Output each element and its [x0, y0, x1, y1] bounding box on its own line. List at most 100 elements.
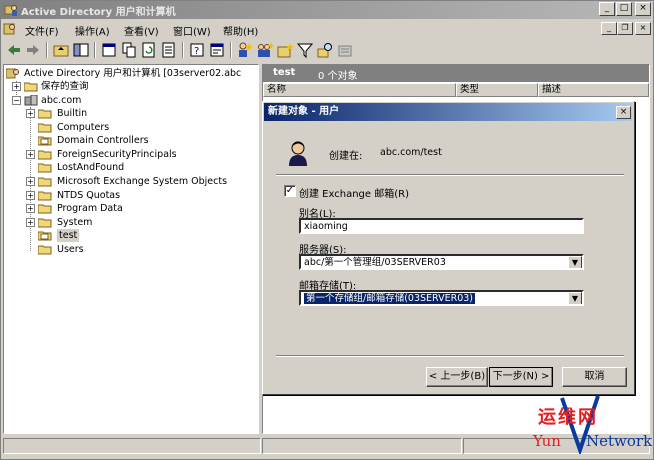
properties-window-icon[interactable] [100, 41, 118, 59]
mmc-doc-icon [3, 23, 15, 35]
help-icon[interactable]: ? [188, 41, 206, 59]
create-in-label: 创建在: [329, 151, 363, 162]
store-value: 第一个存储组/邮箱存储(03SERVER03) [304, 293, 476, 304]
folder-icon [24, 82, 38, 92]
tree-item-label: Microsoft Exchange System Objects [57, 176, 228, 187]
folder-icon [38, 245, 52, 255]
create-mailbox-label: 创建 Exchange 邮箱(R) [299, 189, 409, 200]
expand-program-data[interactable]: + [26, 204, 35, 213]
add-to-group-icon[interactable] [336, 41, 354, 59]
refresh-icon[interactable] [140, 41, 158, 59]
new-ou-icon[interactable] [276, 41, 294, 59]
folder-icon [38, 204, 52, 214]
folder-icon [38, 150, 52, 160]
close-button[interactable]: × [635, 2, 651, 16]
minimize-button[interactable]: _ [599, 2, 615, 16]
forward-arrow-icon[interactable] [24, 41, 42, 59]
title-bar: Active Directory 用户和计算机 [1, 1, 651, 19]
back-arrow-icon[interactable] [5, 41, 23, 59]
tree-item-label: test [57, 229, 80, 242]
up-folder-icon[interactable] [52, 41, 70, 59]
show-tree-icon[interactable] [72, 41, 90, 59]
tree-root-label: Active Directory 用户和计算机 [03server02.abc [24, 68, 242, 79]
tree-item-label: Builtin [57, 108, 88, 119]
mdi-minimize-button[interactable]: _ [601, 22, 617, 35]
separator [276, 355, 624, 357]
expand-exchange-objects[interactable]: + [26, 177, 35, 186]
find-icon[interactable] [316, 41, 334, 59]
expand-saved-queries[interactable]: + [12, 82, 21, 91]
menu-view[interactable]: 查看(V) [124, 23, 159, 38]
toolbar-separator [94, 42, 96, 58]
tree-item-label: abc.com [41, 95, 82, 106]
menu-action[interactable]: 操作(A) [75, 23, 110, 38]
watermark-cn: 运维网 [538, 407, 598, 428]
tree-item-label: System [57, 217, 93, 228]
maximize-button[interactable]: □ [616, 2, 632, 16]
copy-icon[interactable] [120, 41, 138, 59]
tree-item-label: ForeignSecurityPrincipals [57, 149, 177, 160]
tree-item-label: Program Data [57, 203, 123, 214]
column-header-description[interactable]: 描述 [538, 83, 649, 97]
results-count: 0 个对象 [318, 71, 358, 82]
folder-icon [38, 177, 52, 187]
next-button[interactable]: 下一步(N) > [489, 367, 553, 387]
watermark-en-right: Network [586, 432, 653, 450]
create-in-value: abc.com/test [380, 147, 442, 158]
ad-users-icon [4, 5, 17, 16]
back-button[interactable]: < 上一步(B) [426, 367, 488, 387]
tree-item-label: Domain Controllers [57, 135, 149, 146]
chevron-down-icon[interactable]: ▼ [568, 256, 582, 268]
mdi-restore-button[interactable]: ❐ [617, 22, 633, 35]
domain-icon [24, 95, 38, 106]
folder-icon [38, 218, 52, 228]
results-title: test [273, 67, 296, 78]
menu-window[interactable]: 窗口(W) [173, 23, 211, 38]
expand-foreign[interactable]: + [26, 150, 35, 159]
chevron-down-icon[interactable]: ▼ [568, 292, 582, 304]
mdi-close-button[interactable]: × [635, 22, 651, 35]
watermark-en-left: Yun [533, 432, 561, 450]
status-bar-middle [262, 438, 462, 454]
folder-icon [38, 163, 52, 173]
collapse-domain[interactable]: − [12, 96, 21, 105]
tree-item-label: 保存的查询 [41, 81, 89, 92]
menu-help[interactable]: 帮助(H) [223, 23, 258, 38]
ou-folder-icon [38, 231, 52, 241]
user-avatar-icon [289, 141, 307, 166]
alias-input[interactable]: xiaoming [299, 218, 584, 234]
new-user-icon[interactable] [236, 41, 254, 59]
status-bar-left [3, 438, 261, 454]
new-group-icon[interactable] [256, 41, 274, 59]
folder-icon [38, 109, 52, 119]
tree-item-label: Users [57, 244, 84, 255]
toolbar-separator [46, 42, 48, 58]
dialog-title: 新建对象 - 用户 [264, 103, 632, 121]
separator [276, 174, 624, 176]
ad-root-icon [6, 68, 19, 79]
results-header: test 0 个对象 [263, 65, 649, 82]
tree-item-label: LostAndFound [57, 162, 125, 173]
expand-builtin[interactable]: + [26, 109, 35, 118]
menu-bar: 文件(F) 操作(A) 查看(V) 窗口(W) 帮助(H) [1, 20, 651, 38]
create-mailbox-checkbox[interactable]: ✓ [284, 185, 296, 197]
folder-icon [38, 123, 52, 133]
filter-icon[interactable] [296, 41, 314, 59]
column-header-type[interactable]: 类型 [456, 83, 538, 97]
export-list-icon[interactable] [160, 41, 178, 59]
store-select[interactable]: 第一个存储组/邮箱存储(03SERVER03) ▼ [299, 290, 584, 306]
folder-icon [38, 191, 52, 201]
cancel-button[interactable]: 取消 [562, 367, 627, 387]
svg-text:?: ? [194, 46, 199, 57]
toolbar-separator [230, 42, 232, 58]
server-select[interactable]: abc/第一个管理组/03SERVER03 ▼ [299, 254, 584, 270]
window-title: Active Directory 用户和计算机 [21, 7, 176, 18]
expand-system[interactable]: + [26, 218, 35, 227]
column-header-name[interactable]: 名称 [263, 83, 456, 97]
dialog-close-button[interactable]: × [616, 106, 631, 119]
menu-file[interactable]: 文件(F) [25, 23, 59, 38]
ou-folder-icon [38, 136, 52, 146]
expand-ntds-quotas[interactable]: + [26, 191, 35, 200]
console-icon[interactable] [208, 41, 226, 59]
tree-item-label: Computers [57, 122, 110, 133]
